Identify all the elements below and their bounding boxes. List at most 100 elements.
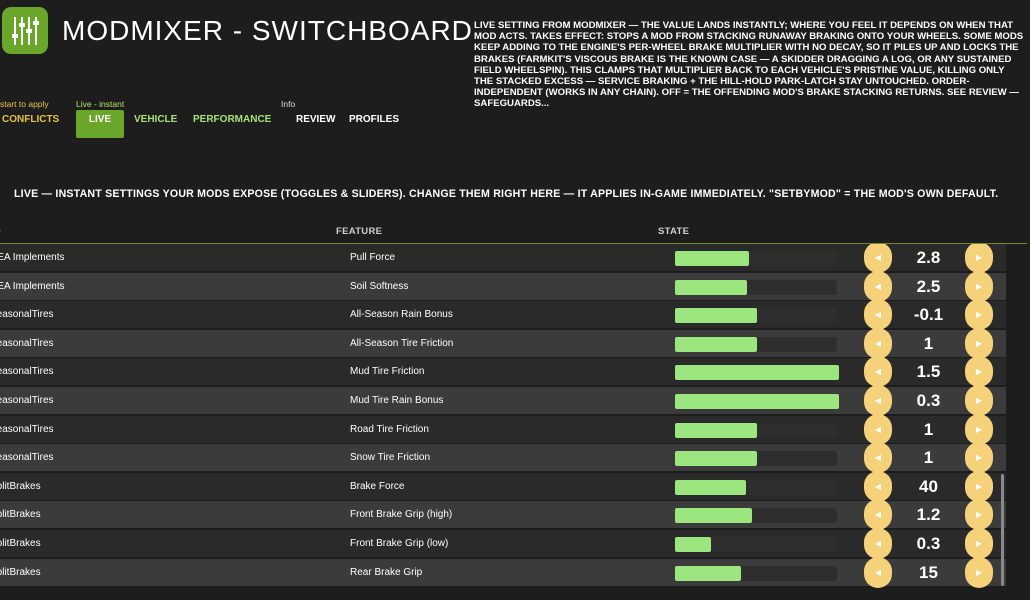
state-slider-fill xyxy=(675,451,757,466)
tab-conflicts[interactable]: CONFLICTS xyxy=(2,110,59,138)
state-slider-fill xyxy=(675,423,757,438)
table-row[interactable]: SeasonalTires Mud Tire Friction ◀ 1.5 ▶ xyxy=(0,356,1006,387)
state-slider[interactable] xyxy=(675,566,837,581)
state-slider-fill xyxy=(675,394,839,409)
state-slider[interactable] xyxy=(675,337,837,352)
arrow-right-icon: ▶ xyxy=(975,424,983,434)
state-slider[interactable] xyxy=(675,451,837,466)
table-scrollbar[interactable] xyxy=(1001,474,1004,586)
arrow-right-icon: ▶ xyxy=(975,281,983,291)
increment-button[interactable]: ▶ xyxy=(965,442,993,473)
increment-button[interactable]: ▶ xyxy=(965,528,993,559)
arrow-right-icon: ▶ xyxy=(975,567,983,577)
table-row[interactable]: SplitBrakes Front Brake Grip (low) ◀ 0.3… xyxy=(0,528,1006,559)
table-row[interactable]: SplitBrakes Rear Brake Grip ◀ 15 ▶ xyxy=(0,557,1006,588)
setting-description: LIVE SETTING FROM MODMIXER — THE VALUE L… xyxy=(474,20,1024,110)
row-mod-name: SeasonalTires xyxy=(0,366,54,377)
group-label-live: Live - instant xyxy=(76,99,125,109)
arrow-right-icon: ▶ xyxy=(975,452,983,462)
state-slider-fill xyxy=(675,337,757,352)
table-row[interactable]: SeasonalTires Mud Tire Rain Bonus ◀ 0.3 … xyxy=(0,385,1006,416)
row-feature-name: Brake Force xyxy=(350,481,405,492)
state-slider[interactable] xyxy=(675,308,837,323)
increment-button[interactable]: ▶ xyxy=(965,299,993,330)
row-mod-name: SeasonalTires xyxy=(0,338,54,349)
sliders-icon xyxy=(12,16,39,45)
arrow-right-icon: ▶ xyxy=(975,538,983,548)
increment-button[interactable]: ▶ xyxy=(965,328,993,359)
decrement-button[interactable]: ◀ xyxy=(864,271,892,302)
table-row[interactable]: SeasonalTires Road Tire Friction ◀ 1 ▶ xyxy=(0,414,1006,445)
increment-button[interactable]: ▶ xyxy=(965,356,993,387)
row-mod-name: SplitBrakes xyxy=(0,538,41,549)
arrow-left-icon: ◀ xyxy=(874,567,882,577)
state-slider[interactable] xyxy=(675,537,837,552)
row-feature-name: Soil Softness xyxy=(350,281,409,292)
column-header-mod: OD xyxy=(0,226,1,237)
decrement-button[interactable]: ◀ xyxy=(864,328,892,359)
table-row[interactable]: SplitBrakes Front Brake Grip (high) ◀ 1.… xyxy=(0,499,1006,530)
decrement-button[interactable]: ◀ xyxy=(864,557,892,588)
arrow-right-icon: ▶ xyxy=(975,509,983,519)
increment-button[interactable]: ▶ xyxy=(965,471,993,502)
tab-performance[interactable]: PERFORMANCE xyxy=(193,110,271,138)
state-slider-fill xyxy=(675,365,839,380)
tab-profiles[interactable]: PROFILES xyxy=(349,110,399,138)
row-value: 0.3 xyxy=(916,534,941,553)
state-slider[interactable] xyxy=(675,251,837,266)
arrow-left-icon: ◀ xyxy=(874,481,882,491)
arrow-right-icon: ▶ xyxy=(975,395,983,405)
arrow-right-icon: ▶ xyxy=(975,252,983,262)
arrow-left-icon: ◀ xyxy=(874,338,882,348)
state-slider-fill xyxy=(675,566,741,581)
state-slider[interactable] xyxy=(675,480,837,495)
decrement-button[interactable]: ◀ xyxy=(864,299,892,330)
row-value: 1 xyxy=(923,448,934,467)
decrement-button[interactable]: ◀ xyxy=(864,385,892,416)
settings-table: REA Implements Pull Force ◀ 2.8 ▶ REA Im… xyxy=(0,244,1006,590)
state-slider[interactable] xyxy=(675,365,839,380)
live-info-text: LIVE — INSTANT SETTINGS YOUR MODS EXPOSE… xyxy=(14,188,999,200)
decrement-button[interactable]: ◀ xyxy=(864,244,892,273)
decrement-button[interactable]: ◀ xyxy=(864,499,892,530)
increment-button[interactable]: ▶ xyxy=(965,271,993,302)
tab-vehicle[interactable]: VEHICLE xyxy=(134,110,177,138)
table-row[interactable]: REA Implements Pull Force ◀ 2.8 ▶ xyxy=(0,244,1006,273)
decrement-button[interactable]: ◀ xyxy=(864,471,892,502)
increment-button[interactable]: ▶ xyxy=(965,499,993,530)
tab-live[interactable]: LIVE xyxy=(76,110,124,138)
arrow-left-icon: ◀ xyxy=(874,281,882,291)
increment-button[interactable]: ▶ xyxy=(965,557,993,588)
row-mod-name: SplitBrakes xyxy=(0,481,41,492)
decrement-button[interactable]: ◀ xyxy=(864,442,892,473)
state-slider-fill xyxy=(675,251,749,266)
state-slider[interactable] xyxy=(675,508,837,523)
arrow-right-icon: ▶ xyxy=(975,481,983,491)
arrow-right-icon: ▶ xyxy=(975,366,983,376)
decrement-button[interactable]: ◀ xyxy=(864,356,892,387)
row-value: 1.2 xyxy=(916,505,941,524)
table-row[interactable]: SplitBrakes Brake Force ◀ 40 ▶ xyxy=(0,471,1006,502)
row-mod-name: SeasonalTires xyxy=(0,395,54,406)
arrow-left-icon: ◀ xyxy=(874,538,882,548)
state-slider[interactable] xyxy=(675,280,837,295)
row-feature-name: Pull Force xyxy=(350,252,396,263)
table-row[interactable]: SeasonalTires All-Season Tire Friction ◀… xyxy=(0,328,1006,359)
row-value: 2.8 xyxy=(916,248,941,267)
arrow-left-icon: ◀ xyxy=(874,309,882,319)
increment-button[interactable]: ▶ xyxy=(965,385,993,416)
table-row[interactable]: SeasonalTires All-Season Rain Bonus ◀ -0… xyxy=(0,299,1006,330)
decrement-button[interactable]: ◀ xyxy=(864,414,892,445)
table-row[interactable]: SeasonalTires Snow Tire Friction ◀ 1 ▶ xyxy=(0,442,1006,473)
increment-button[interactable]: ▶ xyxy=(965,414,993,445)
state-slider[interactable] xyxy=(675,423,837,438)
table-row[interactable]: REA Implements Soil Softness ◀ 2.5 ▶ xyxy=(0,271,1006,302)
row-value: 40 xyxy=(919,477,938,496)
row-feature-name: Mud Tire Rain Bonus xyxy=(350,395,444,406)
state-slider[interactable] xyxy=(675,394,839,409)
decrement-button[interactable]: ◀ xyxy=(864,528,892,559)
app-logo xyxy=(2,7,48,54)
increment-button[interactable]: ▶ xyxy=(965,244,993,273)
tab-review[interactable]: REVIEW xyxy=(296,110,335,138)
app-title: MODMIXER - SWITCHBOARD xyxy=(62,15,473,46)
